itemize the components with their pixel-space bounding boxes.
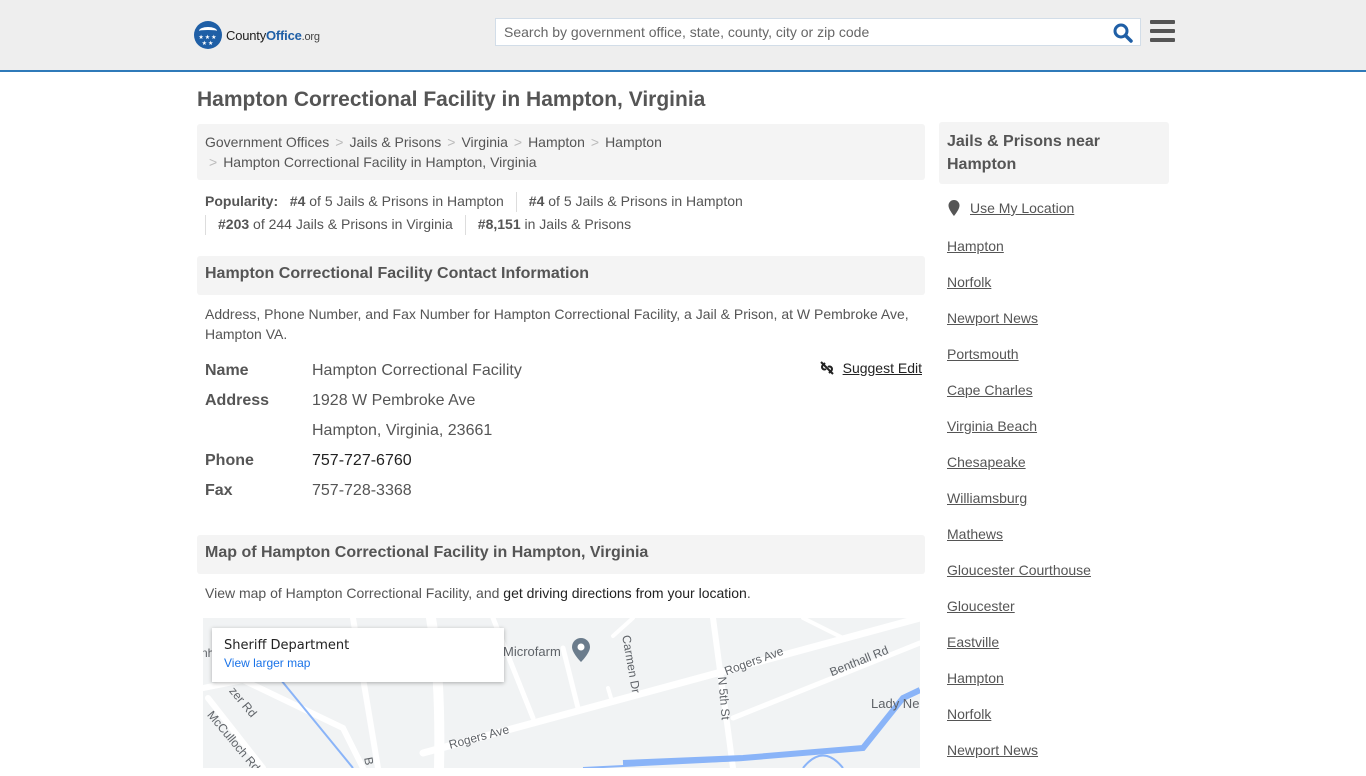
phone-row: Phone 757-727-6760 (205, 446, 925, 476)
popularity-item: #4 of 5 Jails & Prisons in Hampton (528, 193, 743, 209)
breadcrumb-item[interactable]: Jails & Prisons (349, 134, 441, 150)
nearby-link[interactable]: Norfolk (947, 272, 1091, 308)
nearby-link[interactable]: Newport News (947, 740, 1091, 776)
address-label: Address (205, 392, 270, 409)
nearby-link[interactable]: Hampton (947, 236, 1091, 272)
sidebar-heading: Jails & Prisons near Hampton (939, 122, 1169, 184)
search-button[interactable] (1112, 22, 1134, 44)
map-card-title: Sheriff Department (224, 638, 350, 653)
site-header: ★★★ ★★ CountyOffice.org (0, 0, 1366, 72)
map-label-lady-ne: Lady Ne (871, 696, 920, 711)
divider (205, 215, 206, 236)
address-row-2: Hampton, Virginia, 23661 (205, 416, 925, 446)
address-line1: 1928 W Pembroke Ave (312, 392, 476, 409)
page-title: Hampton Correctional Facility in Hampton… (197, 88, 706, 111)
breadcrumb: Government Offices > Jails & Prisons > Virgi… (197, 124, 925, 180)
nearby-link[interactable]: Gloucester Courthouse (947, 560, 1091, 596)
nearby-link[interactable]: Eastville (947, 632, 1091, 668)
nearby-link[interactable]: Newport News (947, 308, 1091, 344)
divider (464, 215, 466, 236)
nearby-link[interactable]: Gloucester (947, 596, 1091, 632)
site-logo[interactable]: ★★★ ★★ CountyOffice.org (194, 21, 320, 49)
map-label-microfarm: Microfarm (503, 644, 561, 659)
breadcrumb-separator-icon: > (447, 134, 456, 150)
breadcrumb-item[interactable]: Hampton (528, 134, 585, 150)
driving-directions-link[interactable]: get driving directions from your locatio… (503, 585, 747, 601)
nearby-list: Hampton Norfolk Newport News Portsmouth … (947, 236, 1091, 776)
breadcrumb-item[interactable]: Hampton (605, 134, 662, 150)
use-my-location-link[interactable]: Use My Location (948, 200, 1074, 216)
breadcrumb-separator-icon: > (209, 154, 218, 170)
breadcrumb-current: Hampton Correctional Facility in Hampton… (223, 154, 537, 170)
name-label: Name (205, 362, 249, 379)
address-line2: Hampton, Virginia, 23661 (312, 422, 493, 439)
name-value: Hampton Correctional Facility (312, 362, 522, 379)
phone-link[interactable]: 757-727-6760 (312, 452, 412, 469)
nearby-link[interactable]: Norfolk (947, 704, 1091, 740)
popularity-item: #8,151 in Jails & Prisons (477, 216, 632, 232)
search-icon (1113, 23, 1133, 43)
nearby-link[interactable]: Williamsburg (947, 488, 1091, 524)
popularity-item: #203 of 244 Jails & Prisons in Virginia (218, 216, 453, 232)
nearby-link[interactable]: Chesapeake (947, 452, 1091, 488)
address-row: Address 1928 W Pembroke Ave (205, 386, 925, 416)
name-row: Name Hampton Correctional Facility (205, 356, 925, 386)
fax-value: 757-728-3368 (312, 482, 412, 499)
suggest-edit-link[interactable]: Suggest Edit (819, 360, 922, 376)
fax-label: Fax (205, 482, 233, 499)
search-box (495, 18, 1141, 46)
map-description: View map of Hampton Correctional Facilit… (205, 585, 751, 601)
map-info-card: Sheriff Department View larger map (212, 628, 504, 682)
map-heading: Map of Hampton Correctional Facility in … (197, 535, 925, 574)
fax-row: Fax 757-728-3368 (205, 476, 925, 506)
hamburger-menu-icon (1150, 20, 1175, 24)
view-larger-map-link[interactable]: View larger map (224, 656, 492, 670)
location-pin-icon (948, 200, 960, 216)
breadcrumb-item[interactable]: Virginia (461, 134, 507, 150)
contact-heading: Hampton Correctional Facility Contact In… (197, 256, 925, 295)
hamburger-menu-button[interactable] (1150, 20, 1175, 42)
phone-label: Phone (205, 452, 254, 469)
popularity-label: Popularity: (205, 193, 279, 209)
nearby-link[interactable]: Cape Charles (947, 380, 1091, 416)
nearby-link[interactable]: Portsmouth (947, 344, 1091, 380)
contact-description: Address, Phone Number, and Fax Number fo… (205, 306, 909, 342)
popularity: Popularity: #4 of 5 Jails & Prisons in H… (205, 190, 925, 236)
breadcrumb-item[interactable]: Government Offices (205, 134, 329, 150)
breadcrumb-separator-icon: > (590, 134, 600, 150)
nearby-link[interactable]: Virginia Beach (947, 416, 1091, 452)
nearby-link[interactable]: Mathews (947, 524, 1091, 560)
nearby-link[interactable]: Hampton (947, 668, 1091, 704)
search-input[interactable] (496, 19, 1096, 45)
map-pin-icon (572, 638, 590, 662)
embedded-map[interactable]: Microfarm Carmen Dr Rogers Ave Rogers Av… (203, 618, 920, 768)
breadcrumb-separator-icon: > (513, 134, 523, 150)
divider (515, 192, 517, 213)
breadcrumb-separator-icon: > (335, 134, 344, 150)
popularity-item: #4 of 5 Jails & Prisons in Hampton (289, 193, 504, 209)
unlink-icon (819, 361, 834, 375)
eagle-stars-logo-icon: ★★★ ★★ (194, 21, 222, 49)
logo-text: CountyOffice.org (226, 27, 320, 43)
contact-info: Suggest Edit Name Hampton Correctional F… (205, 356, 925, 506)
